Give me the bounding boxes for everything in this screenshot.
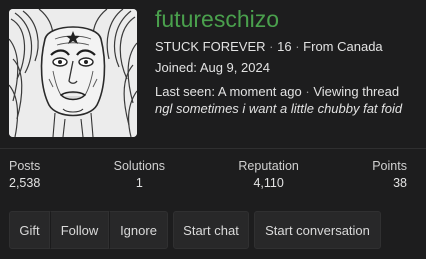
stat-value: 4,110 [253, 176, 284, 190]
username-link[interactable]: futureschizo [155, 6, 420, 32]
avatar[interactable] [9, 9, 137, 137]
separator: · [269, 39, 274, 54]
separator: · [305, 84, 310, 99]
stat-value: 1 [135, 176, 143, 190]
stat-reputation[interactable]: Reputation 4,110 [238, 158, 298, 191]
last-seen-line: Last seen: A moment ago · Viewing thread [155, 83, 420, 100]
divider [0, 148, 426, 149]
ignore-button[interactable]: Ignore [109, 211, 168, 249]
stat-points[interactable]: Points 38 [372, 158, 407, 191]
start-conversation-button[interactable]: Start conversation [254, 211, 381, 249]
manga-face-avatar-icon [9, 9, 137, 137]
user-title: STUCK FOREVER [155, 39, 266, 54]
stat-solutions[interactable]: Solutions 1 [114, 158, 165, 191]
last-seen: Last seen: A moment ago [155, 84, 302, 99]
separator: · [295, 39, 300, 54]
user-age: 16 [277, 39, 292, 54]
signature: ngl sometimes i want a little chubby fat… [155, 101, 403, 116]
stat-label: Posts [9, 159, 41, 173]
profile-info: futureschizo STUCK FOREVER · 16 · From C… [155, 6, 420, 117]
profile-meta: STUCK FOREVER · 16 · From Canada [155, 38, 420, 55]
user-location: From Canada [303, 39, 383, 54]
start-chat-button[interactable]: Start chat [173, 211, 249, 249]
stat-label: Reputation [238, 159, 299, 173]
gift-button[interactable]: Gift [9, 211, 50, 249]
member-card: futureschizo STUCK FOREVER · 16 · From C… [0, 0, 426, 259]
stat-label: Solutions [113, 159, 166, 173]
button-group: Gift Follow Ignore [9, 211, 168, 249]
current-activity: Viewing thread [313, 84, 400, 99]
action-buttons: Gift Follow Ignore Start chat Start conv… [9, 211, 381, 249]
stats-row: Posts 2,538 Solutions 1 Reputation 4,110… [9, 158, 407, 191]
joined-date: Joined: Aug 9, 2024 [155, 60, 270, 75]
stat-posts[interactable]: Posts 2,538 [9, 158, 40, 191]
follow-button[interactable]: Follow [50, 211, 109, 249]
stat-label: Points [372, 159, 407, 173]
stat-value: 2,538 [9, 176, 41, 190]
stat-value: 38 [393, 176, 407, 190]
